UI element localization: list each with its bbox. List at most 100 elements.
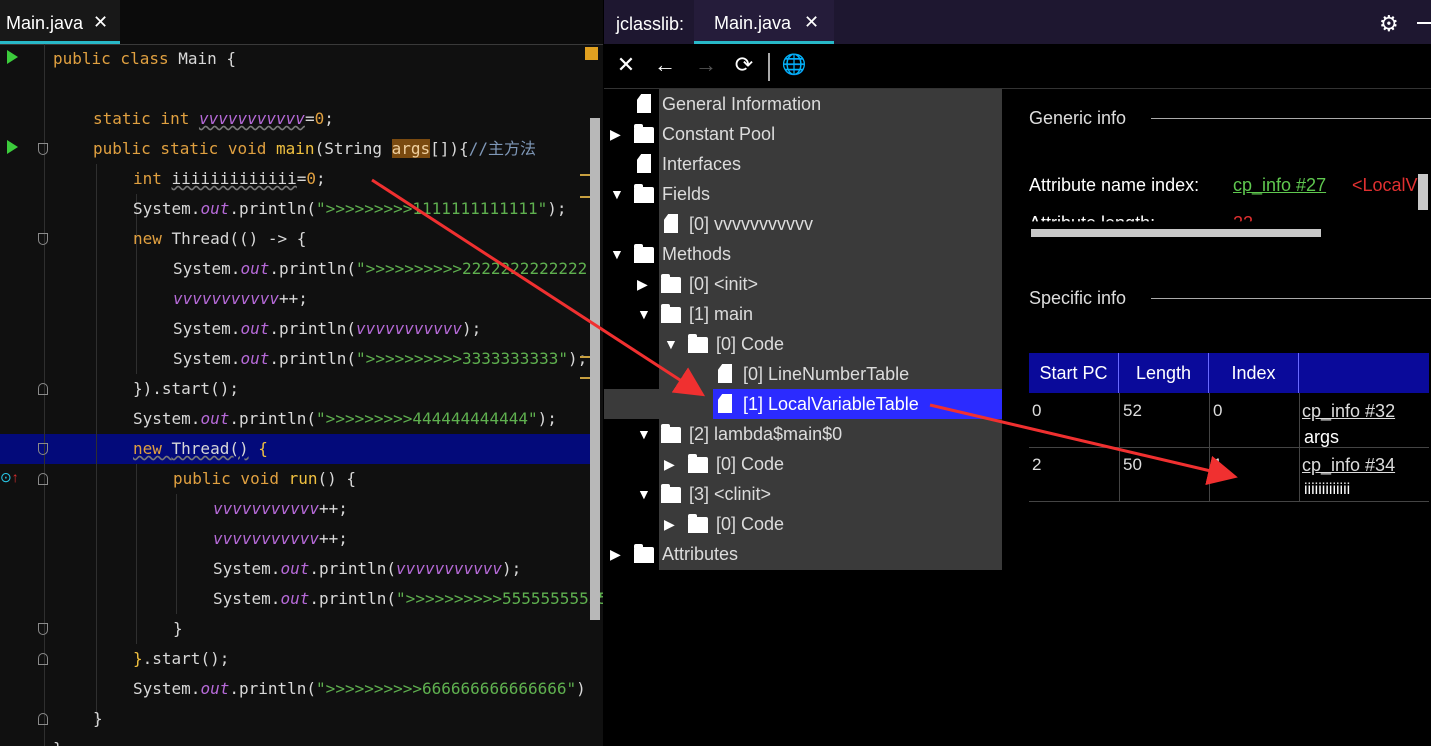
code-line[interactable]: }: [53, 734, 63, 746]
code-token: public static void: [93, 139, 277, 158]
minimize-icon[interactable]: [1417, 22, 1431, 24]
gear-icon[interactable]: ⚙: [1379, 11, 1399, 37]
code-line[interactable]: }: [173, 614, 183, 644]
expand-arrow-icon[interactable]: ▶: [610, 539, 621, 569]
tree-node[interactable]: General Information: [604, 89, 1002, 119]
fold-icon[interactable]: [38, 383, 48, 395]
table-cell-name-link[interactable]: cp_info #32: [1302, 401, 1395, 422]
back-button[interactable]: ←: [651, 52, 679, 78]
tree-node[interactable]: ▶ [0] <init>: [604, 269, 1002, 299]
table-cell-index: 1: [1213, 455, 1223, 474]
close-icon[interactable]: ✕: [804, 12, 819, 33]
fold-icon[interactable]: [38, 653, 48, 665]
tree-node[interactable]: ▼ Methods: [604, 239, 1002, 269]
jclasslib-tab-label: Main.java: [714, 13, 792, 33]
tree-node-label: Fields: [662, 184, 711, 204]
code-line[interactable]: vvvvvvvvvvv++;: [173, 284, 308, 314]
code-line[interactable]: }).start();: [133, 374, 239, 404]
attribute-name-link[interactable]: cp_info #27: [1233, 175, 1326, 196]
override-marker-icon[interactable]: ⊙↑: [0, 469, 19, 486]
code-line[interactable]: System.out.println(">>>>>>>>>11111111111…: [133, 194, 567, 224]
horizontal-scrollbar[interactable]: [1031, 229, 1321, 237]
tree-node[interactable]: ▼ [2] lambda$main$0: [604, 419, 1002, 449]
collapse-arrow-icon[interactable]: ▼: [664, 329, 678, 359]
column-header-start-pc[interactable]: Start PC: [1029, 353, 1119, 393]
tree-node[interactable]: ▶ Attributes: [604, 539, 1002, 569]
code-token: () {: [317, 469, 357, 488]
class-structure-tree[interactable]: General Information ▶ Constant Pool Interfa…: [604, 89, 1002, 571]
code-line[interactable]: System.out.println(vvvvvvvvvvv);: [173, 314, 481, 344]
code-token: 0: [314, 109, 325, 128]
column-header-index[interactable]: Index: [1209, 353, 1299, 393]
tree-node[interactable]: ▼ [1] main: [604, 299, 1002, 329]
code-editor[interactable]: Main.java ✕ ⊙↑ public class Main { static…: [0, 0, 603, 746]
code-line[interactable]: }: [93, 704, 103, 734]
code-line[interactable]: }.start();: [133, 644, 229, 674]
tree-node[interactable]: ▼ [0] Code: [604, 329, 1002, 359]
code-line[interactable]: public static void main(String args[]){/…: [93, 134, 536, 164]
tree-node[interactable]: [0] vvvvvvvvvvv: [604, 209, 1002, 239]
vertical-scrollbar[interactable]: [1418, 174, 1428, 210]
local-variable-table[interactable]: Start PC Length Index 0 52 0 cp_info #32…: [1029, 353, 1431, 503]
code-line[interactable]: static int vvvvvvvvvvv=0;: [93, 104, 334, 134]
tree-node[interactable]: ▼ Fields: [604, 179, 1002, 209]
column-header-name[interactable]: [1299, 353, 1429, 393]
code-line[interactable]: public void run() {: [173, 464, 356, 494]
code-line[interactable]: new Thread() {: [133, 434, 268, 464]
tree-node[interactable]: Interfaces: [604, 149, 1002, 179]
inspection-status-icon[interactable]: [585, 47, 598, 60]
refresh-button[interactable]: ⟳: [730, 52, 758, 78]
collapse-arrow-icon[interactable]: ▼: [637, 299, 651, 329]
editor-tab-main-java[interactable]: Main.java ✕: [0, 0, 120, 44]
column-header-length[interactable]: Length: [1119, 353, 1209, 393]
code-line[interactable]: System.out.println(">>>>>>>>>44444444444…: [133, 404, 557, 434]
expand-arrow-icon[interactable]: ▶: [664, 509, 675, 539]
close-file-button[interactable]: ✕: [612, 52, 640, 78]
tree-node[interactable]: ▶ Constant Pool: [604, 119, 1002, 149]
fold-icon[interactable]: [38, 623, 48, 635]
tree-node[interactable]: ▶ [0] Code: [604, 449, 1002, 479]
tree-node[interactable]: ▶ [0] Code: [604, 509, 1002, 539]
expand-arrow-icon[interactable]: ▶: [637, 269, 648, 299]
close-icon[interactable]: ✕: [93, 12, 108, 33]
jclasslib-tab-main-java[interactable]: Main.java ✕: [694, 0, 834, 44]
code-area[interactable]: ⊙↑ public class Main { static int vvvvvvv…: [0, 44, 603, 746]
code-line[interactable]: public class Main {: [53, 44, 236, 74]
indent-guide: [176, 494, 177, 614]
tree-node[interactable]: [1] LocalVariableTable: [604, 389, 1002, 419]
code-token: ;: [324, 109, 334, 128]
tree-scrollbar[interactable]: [604, 89, 616, 389]
code-token: ">>>>>>>>>>3333333333": [356, 349, 568, 368]
editor-scrollbar[interactable]: [590, 118, 600, 620]
browser-button[interactable]: 🌐: [780, 52, 808, 77]
code-line[interactable]: System.out.println(">>>>>>>>>>6666666666…: [133, 674, 586, 704]
code-line[interactable]: System.out.println(">>>>>>>>>>3333333333…: [173, 344, 587, 374]
code-token: vvvvvvvvvvv: [356, 319, 463, 338]
expand-arrow-icon[interactable]: ▶: [664, 449, 675, 479]
code-token: }: [53, 739, 63, 746]
fold-icon[interactable]: [38, 443, 48, 455]
code-line[interactable]: vvvvvvvvvvv++;: [213, 494, 348, 524]
fold-icon[interactable]: [38, 233, 48, 245]
fold-icon[interactable]: [38, 713, 48, 725]
table-cell-name: args: [1304, 427, 1340, 447]
code-line[interactable]: new Thread(() -> {: [133, 224, 306, 254]
collapse-arrow-icon[interactable]: ▼: [637, 479, 651, 509]
code-line[interactable]: System.out.println(vvvvvvvvvvv);: [213, 554, 521, 584]
table-cell-start-pc: 0: [1032, 401, 1042, 420]
code-line[interactable]: int iiiiiiiiiiiii=0;: [133, 164, 326, 194]
run-main-icon[interactable]: [7, 140, 18, 154]
forward-button[interactable]: →: [692, 52, 720, 78]
code-token: );: [567, 349, 588, 368]
code-line[interactable]: System.out.println(">>>>>>>>>>5555555555…: [213, 584, 603, 614]
code-line[interactable]: vvvvvvvvvvv++;: [213, 524, 348, 554]
table-cell-name-link[interactable]: cp_info #34: [1302, 455, 1395, 476]
run-class-icon[interactable]: [7, 50, 18, 64]
tree-node[interactable]: ▼ [3] <clinit>: [604, 479, 1002, 509]
fold-icon[interactable]: [38, 143, 48, 155]
fold-icon[interactable]: [38, 473, 48, 485]
code-line[interactable]: System.out.println(">>>>>>>>>>2222222222…: [173, 254, 587, 284]
code-token: System.: [133, 199, 201, 218]
collapse-arrow-icon[interactable]: ▼: [637, 419, 651, 449]
tree-node[interactable]: [0] LineNumberTable: [604, 359, 1002, 389]
